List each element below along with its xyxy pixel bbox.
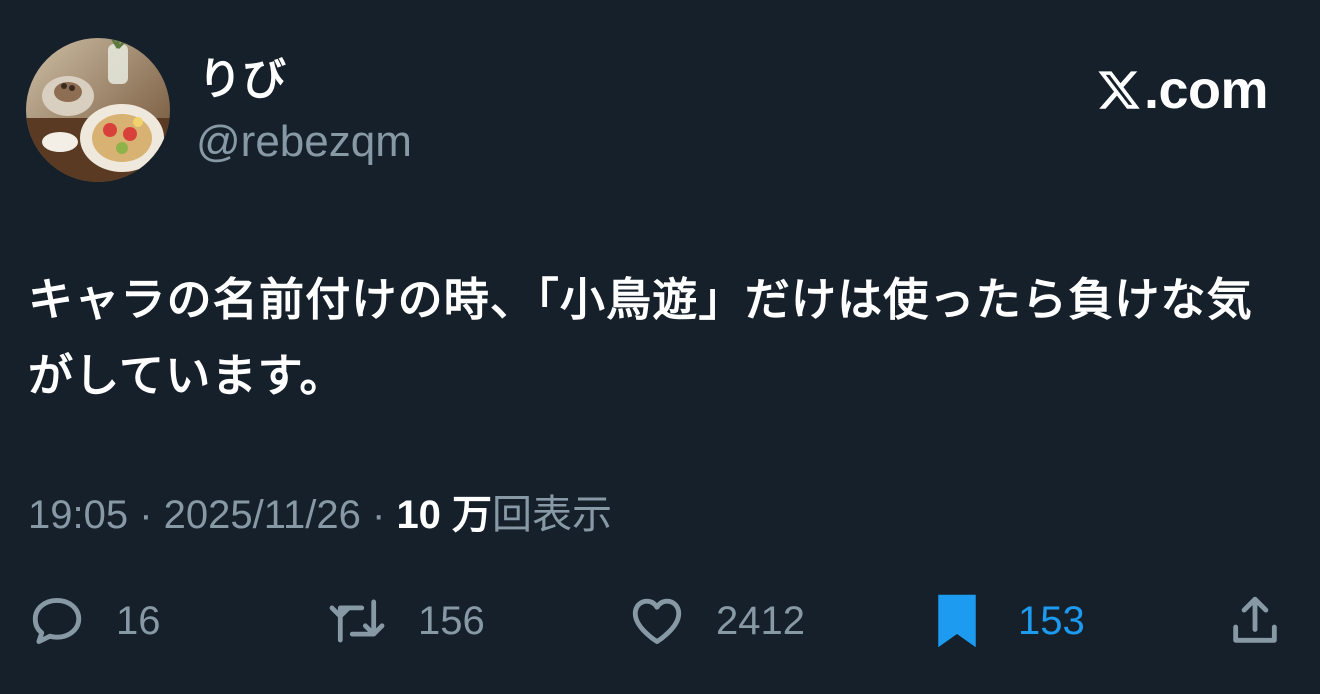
tweet-text: キャラの名前付けの時、「小鳥遊」だけは使ったら負けな気がしています。: [28, 274, 1253, 401]
tweet-date[interactable]: 2025/11/26: [164, 493, 361, 537]
user-handle[interactable]: @rebezqm: [196, 116, 412, 168]
like-count: 2412: [716, 599, 805, 643]
meta-separator: ·: [128, 493, 164, 537]
views-count: 10 万: [396, 493, 493, 537]
brand-domain-text: .com: [1143, 60, 1269, 120]
tweet-metadata: 19:05 · 2025/11/26 · 10 万回表示: [28, 488, 612, 542]
action-bar: 16 156 2412 153: [0, 586, 1320, 656]
retweet-count: 156: [418, 599, 485, 643]
display-name[interactable]: りび: [198, 52, 286, 108]
bookmark-filled-icon: [938, 594, 976, 648]
retweet-button[interactable]: 156: [326, 586, 485, 656]
tweet-time[interactable]: 19:05: [28, 493, 128, 537]
brand-watermark: .com: [1096, 58, 1269, 122]
heart-icon: [632, 598, 682, 644]
retweet-icon: [329, 599, 385, 643]
bookmark-count: 153: [1018, 599, 1085, 643]
reply-button[interactable]: 16: [28, 586, 161, 656]
bookmark-button[interactable]: 153: [934, 586, 1085, 656]
reply-count: 16: [116, 599, 161, 643]
x-logo-icon: [1098, 71, 1140, 109]
share-button[interactable]: [1226, 586, 1284, 656]
share-icon: [1233, 596, 1277, 643]
avatar-photo: [26, 38, 170, 182]
like-button[interactable]: 2412: [628, 586, 805, 656]
reply-icon: [32, 598, 82, 644]
avatar[interactable]: [26, 38, 170, 182]
meta-separator: ·: [360, 493, 397, 537]
views-label: 回表示: [492, 493, 613, 537]
